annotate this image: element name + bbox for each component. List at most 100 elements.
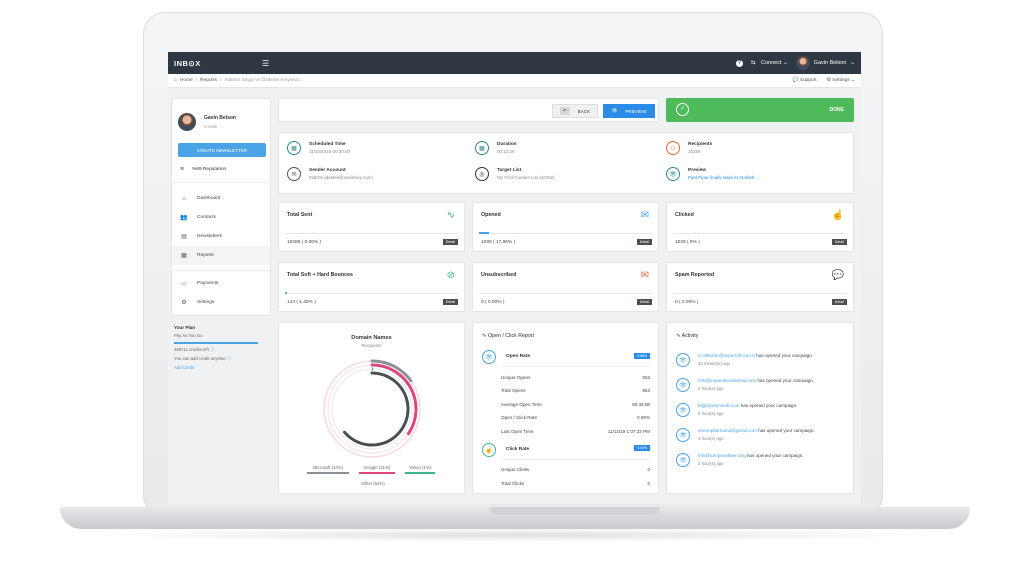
report-icon: ▦: [181, 253, 187, 259]
report-row-value: 00:33:06: [632, 402, 650, 407]
info-icon[interactable]: ⓘ: [210, 347, 214, 352]
preview-button[interactable]: 👁 PREVIEW: [603, 104, 655, 118]
activity-email[interactable]: m.dikicifer@hyperroll.com.tr: [698, 353, 755, 358]
detail-button[interactable]: Detail: [442, 239, 458, 245]
pulse-icon: ∿: [482, 333, 487, 339]
breadcrumb-home[interactable]: Home: [180, 78, 193, 83]
preview-link[interactable]: Pied Piper finally slays its Goliath...: [688, 175, 758, 180]
envelope-x-icon: ✉: [640, 270, 649, 281]
support-link[interactable]: 💬 Support: [792, 78, 816, 83]
activity-item: 👁 ememplatrmarul@gmail.com has opened you…: [676, 428, 815, 442]
sidebar-item-label: Settings: [197, 300, 215, 305]
scheduled-time: ▦ Scheduled Time 11/10/2019 00:30:00: [287, 141, 350, 155]
stat-clicked: Clicked ☝ 1029 ( 9% ) Detail: [666, 202, 854, 252]
reputation-label: %89 Reputation: [192, 167, 227, 172]
sidebar-item-newsletters[interactable]: ▤ Newsletters: [172, 227, 270, 246]
settings-menu[interactable]: ⚙ Settings ⌄: [827, 78, 855, 83]
stat-divider: [285, 293, 458, 294]
support-label: Support: [799, 78, 817, 83]
legend-label: Yahoo (1%): [408, 465, 432, 470]
recipients-label: Recipients: [688, 142, 713, 147]
click-rate-label: Click Rate: [506, 447, 530, 452]
sender-label: Sender Account: [309, 168, 346, 173]
add-credit-note-text: You can add credit anytime: [174, 356, 226, 361]
activity-action: has opened your campaign.: [757, 378, 815, 383]
detail-button[interactable]: Detail: [636, 239, 652, 245]
target-list: ◎ Target List My First Contact List (1025…: [475, 167, 555, 181]
sidebar-item-label: Newsletters: [197, 234, 223, 239]
chevron-down-icon: ⌄: [783, 60, 788, 66]
back-button[interactable]: ↶ BACK: [552, 104, 598, 118]
breadcrumb-reports[interactable]: Reports: [200, 78, 217, 83]
user-menu[interactable]: Gavin Belson ⌄: [795, 56, 855, 70]
duration: ▦ Duration 00:12:29: [475, 141, 517, 155]
stat-spam: Spam Reported 💬 0 ( 0.00% ) Detail: [666, 262, 854, 312]
hamburger-icon[interactable]: ☰: [262, 59, 269, 68]
connect-menu[interactable]: ⇆ Connect ⌄: [751, 60, 788, 66]
add-credit-link[interactable]: Add Credit: [174, 365, 269, 370]
stat-total-sent: Total Sent ∿ 10289 ( 0.00% ) Detail: [278, 202, 465, 252]
detail-button[interactable]: Detail: [831, 239, 847, 245]
report-row-label: Last Open Time: [501, 429, 534, 434]
report-row: Unique Opens 603: [501, 375, 650, 380]
connect-label: Connect: [761, 60, 782, 66]
stat-divider: [673, 293, 847, 294]
report-row: Open / Click Rate 0.00%: [501, 415, 650, 420]
sidebar-item-payments[interactable]: ▭ Payments: [172, 274, 270, 293]
open-rate-badge: 5.86%: [634, 353, 650, 359]
eye-icon: 👁: [676, 453, 690, 467]
eye-slash-icon: ⊘: [446, 270, 455, 281]
stat-title: Clicked: [675, 212, 694, 218]
stat-divider: [479, 233, 652, 234]
target-label: Target List: [497, 168, 522, 173]
activity-time: 3 hour(s) ago: [698, 436, 724, 441]
activity-title: ∿ Activity: [676, 333, 698, 339]
sidebar-user-name: Gavin Belson: [204, 115, 236, 121]
location-pin-icon: ⌖: [204, 124, 207, 129]
legend-underline: [359, 472, 395, 474]
create-newsletter-button[interactable]: CREATE NEWSLETTER: [178, 143, 266, 157]
activity-email[interactable]: info@impanetworkshop.com: [698, 378, 756, 383]
activity-email[interactable]: ememplatrmarul@gmail.com: [698, 428, 757, 433]
report-row-label: Total Opens: [501, 388, 526, 393]
report-row-label: Open / Click Rate: [501, 415, 537, 420]
done-button[interactable]: ✓ DONE: [666, 98, 854, 122]
detail-button[interactable]: Detail: [636, 299, 652, 305]
pointer-icon: ☝: [482, 443, 496, 457]
detail-button[interactable]: Detail: [831, 299, 847, 305]
breadcrumb-separator: /: [219, 78, 222, 83]
sidebar-item-label: Reports: [197, 253, 214, 258]
activity-item: 👁 info@impanetworkshop.com has opened you…: [676, 378, 814, 392]
activity-email[interactable]: bilgi@usemsoft.com: [698, 403, 739, 408]
open-rate-label: Open Rate: [506, 354, 530, 359]
back-label: BACK: [577, 108, 591, 114]
legend-label: Microsoft (14%): [312, 465, 344, 470]
home-icon[interactable]: ⌂: [174, 78, 177, 83]
report-row: Total Clicks 0: [501, 481, 650, 486]
card-icon: ▭: [181, 281, 187, 287]
sidebar-item-settings[interactable]: ⚙ Settings: [172, 293, 270, 312]
question-icon[interactable]: ?: [735, 59, 743, 67]
contacts-icon: 👥: [180, 215, 188, 221]
sender-account: ✉ Sender Account INBOX (destek@useinbox.c…: [287, 167, 373, 181]
activity-item: 👁 m.dikicifer@hyperroll.com.tr has opened…: [676, 353, 813, 367]
detail-button[interactable]: Detail: [442, 299, 458, 305]
info-icon[interactable]: ⓘ: [227, 356, 231, 361]
pointer-icon: ☝: [831, 210, 844, 221]
scheduled-label: Scheduled Time: [309, 142, 346, 147]
open-click-report: ∿ Open / Click Report 👁 Open Rate 5.86% …: [472, 322, 659, 494]
stat-title: Spam Reported: [675, 272, 715, 278]
app-logo[interactable]: INB⊙X: [174, 59, 254, 68]
sidebar-item-contacts[interactable]: 👥 Contacts: [172, 208, 270, 227]
preview-info-label: Preview: [688, 168, 707, 173]
activity-time: 3 hour(s) ago: [698, 411, 724, 416]
legend-label: Google (31%): [363, 465, 391, 470]
check-icon: ✓: [676, 103, 689, 116]
sidebar-user: Gavin Belson ⌖ Hooli: [172, 99, 270, 131]
plan-name: Pay As You Go: [174, 333, 203, 338]
sidebar-item-dashboard[interactable]: ⌂ Dashboard: [172, 189, 270, 208]
activity-email[interactable]: info@tompanellaen.org: [698, 453, 746, 458]
activity-card: ∿ Activity 👁 m.dikicifer@hyperroll.com.tr…: [666, 322, 854, 494]
sidebar-item-reports[interactable]: ▦ Reports: [172, 246, 270, 265]
stat-title: Total Soft + Hard Bounces: [287, 272, 353, 278]
